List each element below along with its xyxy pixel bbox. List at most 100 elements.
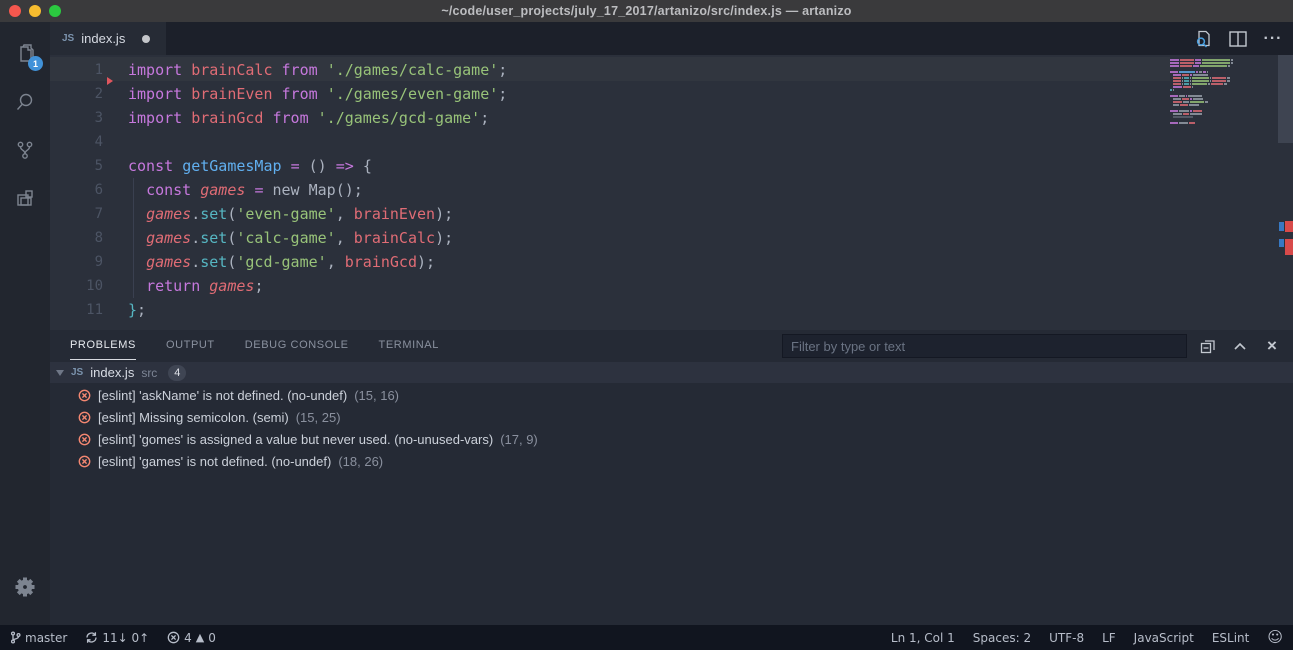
problem-row[interactable]: [eslint] Missing semicolon. (semi)(15, 2… [50, 406, 1293, 428]
minimap-line [1170, 98, 1278, 100]
minimap-line [1170, 101, 1278, 103]
minimap-line [1170, 59, 1278, 61]
code-text: const getGamesMap = () => { [128, 157, 372, 175]
panel-tab-terminal[interactable]: TERMINAL [379, 330, 439, 360]
problem-row[interactable]: [eslint] 'gomes' is assigned a value but… [50, 428, 1293, 450]
panel-tab-debug-console[interactable]: DEBUG CONSOLE [245, 330, 349, 360]
problem-location: (15, 16) [354, 388, 399, 403]
minimap-line [1170, 74, 1278, 76]
ruler-modified-mark [1279, 239, 1284, 247]
status-item-eslint[interactable]: ESLint [1212, 631, 1250, 645]
minimap-line [1170, 71, 1278, 73]
more-actions-icon[interactable]: ··· [1263, 29, 1283, 49]
minimap-line [1170, 68, 1278, 70]
search-icon[interactable] [0, 78, 50, 126]
error-icon [167, 631, 180, 644]
editor-actions: ··· [1193, 22, 1283, 55]
minimap-line [1170, 89, 1278, 91]
git-sync-item[interactable]: 11↓ 0↑ [85, 631, 149, 645]
explorer-icon[interactable]: 1 [0, 30, 50, 78]
overview-ruler[interactable] [1278, 55, 1293, 330]
minimap-line [1170, 77, 1278, 79]
warning-icon: ▲ [196, 631, 204, 644]
status-bar: master 11↓ 0↑ 4 ▲ 0 [0, 625, 1293, 650]
problem-location: (18, 26) [338, 454, 383, 469]
code-editor[interactable]: 1import brainCalc from './games/calc-gam… [50, 55, 1293, 330]
maximize-panel-icon[interactable] [1231, 337, 1249, 355]
problem-message: [eslint] 'games' is not defined. (no-und… [98, 454, 331, 469]
line-number: 7 [50, 206, 103, 222]
status-item-javascript[interactable]: JavaScript [1134, 631, 1194, 645]
code-line[interactable]: 6 const games = new Map(); [50, 178, 507, 202]
problem-location: (17, 9) [500, 432, 538, 447]
line-number: 3 [50, 110, 103, 126]
code-line[interactable]: 3import brainGcd from './games/gcd-game'… [50, 106, 507, 130]
code-line[interactable]: 11}; [50, 298, 507, 322]
problem-row[interactable]: [eslint] 'games' is not defined. (no-und… [50, 450, 1293, 472]
open-changes-icon[interactable] [1193, 29, 1213, 49]
minimap-line [1170, 92, 1278, 94]
panel-tab-problems[interactable]: PROBLEMS [70, 330, 136, 360]
status-item-lf[interactable]: LF [1102, 631, 1116, 645]
problems-filter-input[interactable] [782, 334, 1187, 358]
error-icon [78, 455, 91, 468]
js-file-icon: JS [71, 367, 83, 378]
problems-status-item[interactable]: 4 ▲ 0 [167, 631, 216, 645]
tab-index-js[interactable]: JS index.js [50, 22, 166, 55]
line-number: 10 [50, 278, 103, 294]
gutter-error-marker [107, 77, 113, 85]
problems-file-group[interactable]: JS index.js src 4 [50, 362, 1293, 383]
code-line[interactable]: 9 games.set('gcd-game', brainGcd); [50, 250, 507, 274]
minimap-line [1170, 119, 1278, 121]
panel-tab-output[interactable]: OUTPUT [166, 330, 215, 360]
problems-file-name: index.js [90, 365, 134, 380]
minimap-line [1170, 110, 1278, 112]
error-icon [78, 433, 91, 446]
problem-message: [eslint] 'gomes' is assigned a value but… [98, 432, 493, 447]
tab-strip: JS index.js [50, 22, 1293, 55]
line-number: 9 [50, 254, 103, 270]
status-item-spaces-2[interactable]: Spaces: 2 [973, 631, 1031, 645]
explorer-badge: 1 [28, 56, 43, 71]
code-text: return games; [128, 277, 263, 295]
sync-icon [85, 631, 98, 644]
modified-dot-icon[interactable] [142, 35, 150, 43]
problems-list: [eslint] 'askName' is not defined. (no-u… [50, 384, 1293, 472]
feedback-smiley-icon[interactable]: ☺ [1267, 630, 1283, 645]
git-branch-item[interactable]: master [10, 631, 67, 645]
minimap-line [1170, 80, 1278, 82]
problem-location: (15, 25) [296, 410, 341, 425]
ruler-error-mark [1285, 221, 1293, 232]
ruler-error-mark [1285, 239, 1293, 255]
problems-file-path: src [141, 366, 157, 380]
minimap-line [1170, 83, 1278, 85]
split-editor-icon[interactable] [1228, 29, 1248, 49]
minimap[interactable] [1170, 59, 1278, 125]
error-icon [78, 411, 91, 424]
warning-count: 0 [208, 631, 216, 645]
status-bar-right: Ln 1, Col 1 Spaces: 2 UTF-8 LF JavaScript ESL… [873, 630, 1283, 645]
scrollbar-slider[interactable] [1278, 55, 1293, 143]
code-line[interactable]: 7 games.set('even-game', brainEven); [50, 202, 507, 226]
chevron-expanded-icon[interactable] [56, 370, 64, 376]
problem-message: [eslint] 'askName' is not defined. (no-u… [98, 388, 347, 403]
code-line[interactable]: 8 games.set('calc-game', brainCalc); [50, 226, 507, 250]
line-number: 1 [50, 62, 103, 78]
settings-gear-icon[interactable] [0, 563, 50, 611]
code-line[interactable]: 2import brainEven from './games/even-gam… [50, 82, 507, 106]
close-panel-icon[interactable]: × [1263, 337, 1281, 355]
collapse-all-icon[interactable] [1199, 337, 1217, 355]
code-line[interactable]: 1import brainCalc from './games/calc-gam… [50, 58, 507, 82]
code-line[interactable]: 4 [50, 130, 507, 154]
status-item-utf-8[interactable]: UTF-8 [1049, 631, 1084, 645]
code-line[interactable]: 10 return games; [50, 274, 507, 298]
status-item-ln-1-col-1[interactable]: Ln 1, Col 1 [891, 631, 955, 645]
extensions-icon[interactable] [0, 174, 50, 222]
branch-name: master [25, 631, 67, 645]
line-number: 4 [50, 134, 103, 150]
code-area: 1import brainCalc from './games/calc-gam… [50, 58, 507, 322]
problem-row[interactable]: [eslint] 'askName' is not defined. (no-u… [50, 384, 1293, 406]
code-line[interactable]: 5const getGamesMap = () => { [50, 154, 507, 178]
problems-count-badge: 4 [168, 365, 186, 381]
source-control-icon[interactable] [0, 126, 50, 174]
